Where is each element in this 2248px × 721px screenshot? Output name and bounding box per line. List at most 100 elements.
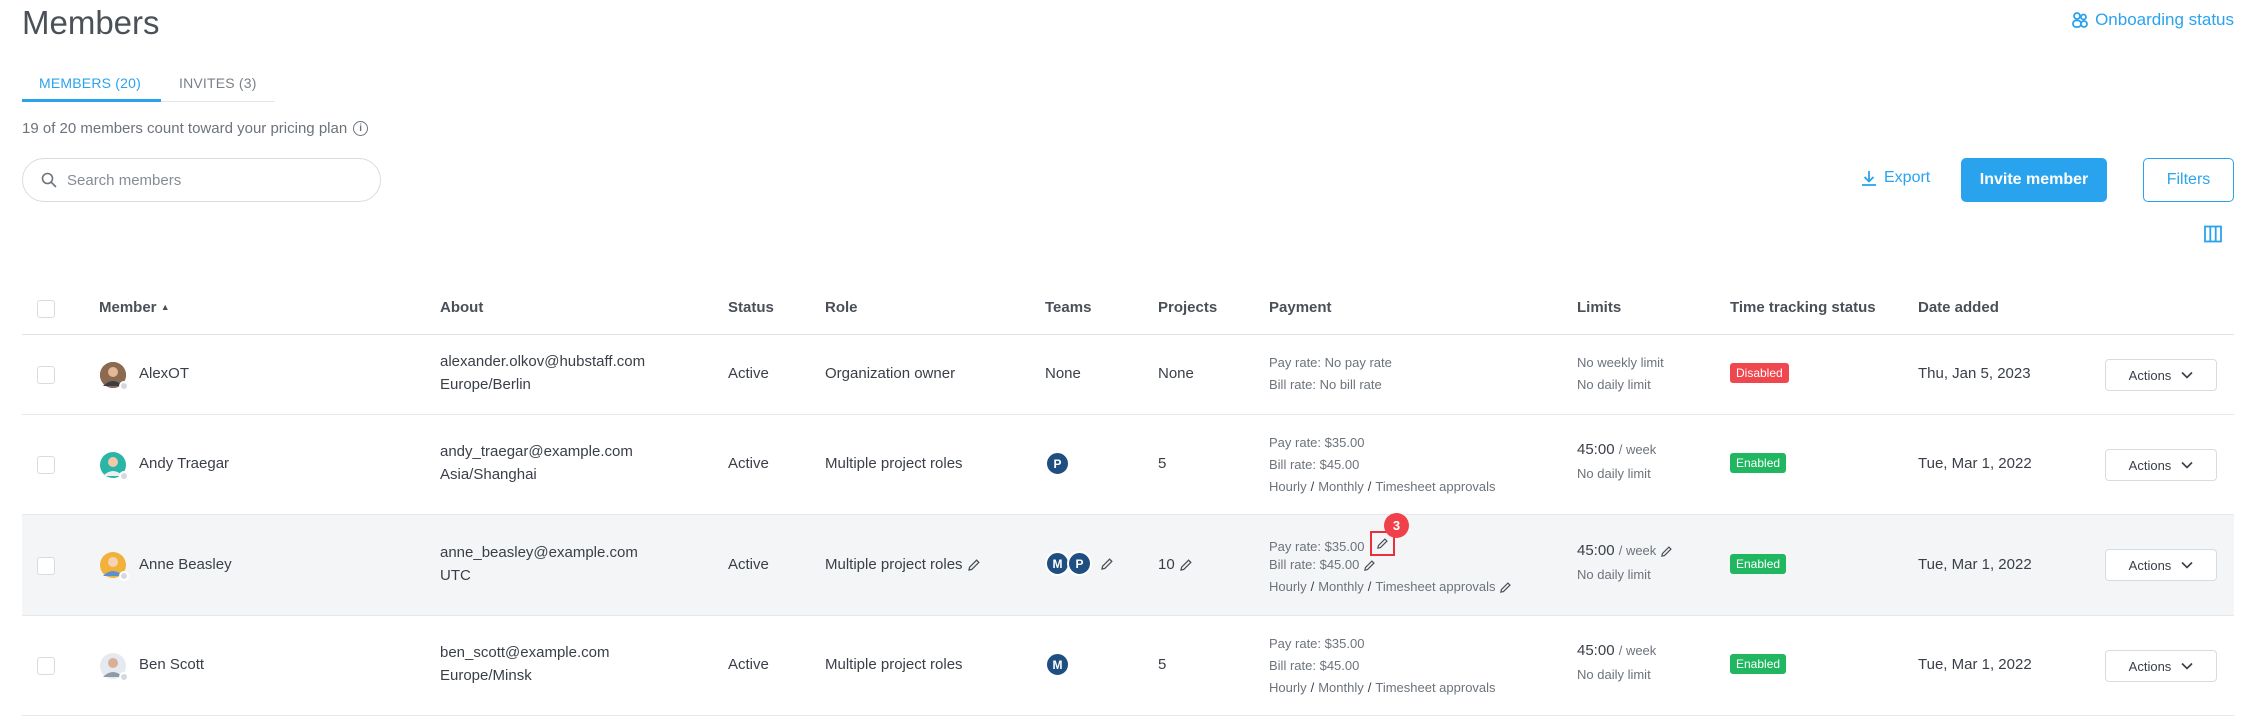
actions-label: Actions <box>2128 367 2172 383</box>
export-button[interactable]: Export <box>1860 169 1930 187</box>
member-name[interactable]: AlexOT <box>139 365 189 382</box>
tracking-status: Disabled <box>1730 363 1789 383</box>
info-icon[interactable]: i <box>353 121 369 136</box>
member-teams: MP <box>1045 551 1114 576</box>
column-status: Status <box>728 299 774 316</box>
pencil-icon[interactable] <box>1363 559 1376 572</box>
avatar <box>100 552 129 581</box>
date-added: Thu, Jan 5, 2023 <box>1918 365 2031 382</box>
column-payment: Payment <box>1269 299 1332 316</box>
hourly-link[interactable]: Hourly <box>1269 479 1307 494</box>
member-teams: None <box>1045 365 1081 382</box>
columns-icon[interactable] <box>2204 225 2222 248</box>
status-badge: Enabled <box>1730 654 1787 674</box>
plan-note-text: 19 of 20 members count toward your prici… <box>22 120 348 137</box>
tabs: MEMBERS (20) INVITES (3) <box>22 66 275 102</box>
bill-rate-label: Bill rate: <box>1269 377 1316 392</box>
member-projects: 5 <box>1158 656 1167 673</box>
payment-types: Hourly / Monthly / Timesheet approvals <box>1269 579 1512 594</box>
table-row[interactable]: Anne Beasley anne_beasley@example.com UT… <box>22 513 2234 616</box>
chevron-down-icon <box>2181 461 2193 469</box>
member-status: Active <box>728 656 769 673</box>
monthly-link[interactable]: Monthly <box>1318 479 1364 494</box>
actions-dropdown[interactable]: Actions <box>2105 449 2217 481</box>
separator: / <box>1367 680 1372 695</box>
weekly-limit-value: 45:00 <box>1577 542 1615 559</box>
table-row[interactable]: Ben Scott ben_scott@example.com Europe/M… <box>22 616 2234 716</box>
daily-limit: No daily limit <box>1577 466 1651 481</box>
timesheet-approvals-link[interactable]: Timesheet approvals <box>1375 680 1495 695</box>
timesheet-approvals-link[interactable]: Timesheet approvals <box>1375 579 1495 594</box>
separator: / <box>1367 479 1372 494</box>
monthly-link[interactable]: Monthly <box>1318 579 1364 594</box>
column-limits: Limits <box>1577 299 1622 316</box>
status-badge: Disabled <box>1730 363 1789 383</box>
separator: / <box>1310 479 1315 494</box>
weekly-limit-value: 45:00 <box>1577 642 1615 659</box>
member-name[interactable]: Ben Scott <box>139 656 204 673</box>
bill-rate: Bill rate: $45.00 <box>1269 557 1376 572</box>
select-all-checkbox[interactable] <box>37 300 55 318</box>
status-badge: Enabled <box>1730 554 1787 574</box>
member-name[interactable]: Andy Traegar <box>139 455 229 472</box>
table-row[interactable]: AlexOT alexander.olkov@hubstaff.com Euro… <box>22 335 2234 415</box>
page-title: Members <box>22 4 160 41</box>
monthly-link[interactable]: Monthly <box>1318 680 1364 695</box>
bill-rate-value: $45.00 <box>1319 557 1360 572</box>
onboarding-status-link[interactable]: Onboarding status <box>2071 10 2234 30</box>
table-row[interactable]: Andy Traegar andy_traegar@example.com As… <box>22 415 2234 515</box>
team-chip[interactable]: M <box>1045 652 1070 677</box>
pencil-icon[interactable] <box>1499 581 1512 594</box>
member-projects: 5 <box>1158 455 1167 472</box>
actions-dropdown[interactable]: Actions <box>2105 359 2217 391</box>
search-input[interactable] <box>67 171 347 189</box>
row-checkbox[interactable] <box>37 366 55 384</box>
people-icon <box>2072 12 2088 28</box>
row-checkbox[interactable] <box>37 456 55 474</box>
row-checkbox[interactable] <box>37 557 55 575</box>
weekly-limit-value: 45:00 <box>1577 441 1615 458</box>
member-projects: None <box>1158 365 1194 382</box>
team-chip[interactable]: P <box>1045 451 1070 476</box>
hourly-link[interactable]: Hourly <box>1269 680 1307 695</box>
column-member[interactable]: Member ▲ <box>99 299 170 316</box>
pay-rate-label: Pay rate: <box>1269 636 1322 651</box>
member-teams: P <box>1045 451 1070 476</box>
member-status: Active <box>728 455 769 472</box>
weekly-limit: 45:00 / week <box>1577 542 1673 559</box>
pay-rate-value: $35.00 <box>1324 636 1365 651</box>
actions-dropdown[interactable]: Actions <box>2105 650 2217 682</box>
team-chip[interactable]: P <box>1067 551 1092 576</box>
hourly-link[interactable]: Hourly <box>1269 579 1307 594</box>
daily-limit: No daily limit <box>1577 377 1651 392</box>
pencil-icon[interactable] <box>1100 557 1114 571</box>
tab-invites[interactable]: INVITES (3) <box>161 66 275 102</box>
separator: / <box>1310 680 1315 695</box>
daily-limit: No daily limit <box>1577 567 1651 582</box>
member-role-text: Multiple project roles <box>825 556 963 573</box>
pay-rate-label: Pay rate: <box>1269 355 1322 370</box>
actions-dropdown[interactable]: Actions <box>2105 549 2217 581</box>
member-email: ben_scott@example.com <box>440 644 610 661</box>
pencil-icon[interactable] <box>967 558 981 572</box>
column-date-added: Date added <box>1918 299 1999 316</box>
filters-button[interactable]: Filters <box>2143 158 2234 202</box>
tab-members[interactable]: MEMBERS (20) <box>22 66 161 102</box>
member-email: andy_traegar@example.com <box>440 443 633 460</box>
pencil-icon[interactable] <box>1660 545 1673 558</box>
invite-member-button[interactable]: Invite member <box>1961 158 2107 202</box>
tracking-status: Enabled <box>1730 554 1787 574</box>
row-checkbox[interactable] <box>37 657 55 675</box>
pay-rate-label: Pay rate: <box>1269 435 1322 450</box>
actions-label: Actions <box>2128 658 2172 674</box>
bill-rate: Bill rate: $45.00 <box>1269 457 1359 472</box>
pencil-icon[interactable] <box>1179 558 1193 572</box>
column-teams: Teams <box>1045 299 1092 316</box>
daily-limit: No daily limit <box>1577 667 1651 682</box>
weekly-limit: 45:00 / week <box>1577 441 1656 458</box>
avatar <box>100 362 129 391</box>
member-name[interactable]: Anne Beasley <box>139 556 232 573</box>
search-icon <box>41 172 57 188</box>
timesheet-approvals-link[interactable]: Timesheet approvals <box>1375 479 1495 494</box>
per-week-label: / week <box>1618 442 1657 457</box>
